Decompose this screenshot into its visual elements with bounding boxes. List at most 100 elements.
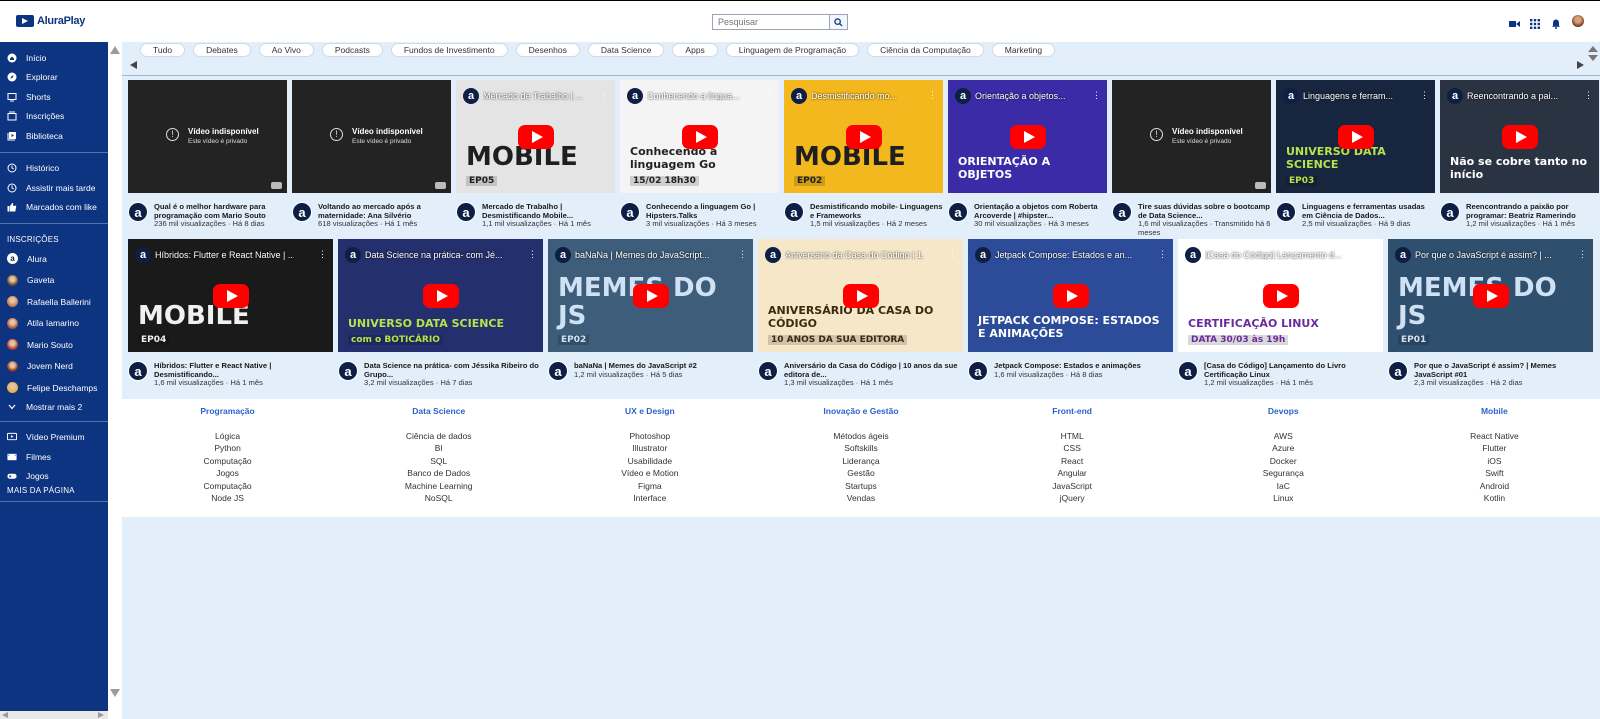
footer-link[interactable]: Machine Learning [333,480,544,492]
sidebar-item-inicio[interactable]: Início [0,48,108,68]
channel-avatar[interactable]: a [1178,361,1198,381]
video-title[interactable]: Orientação a objetos com Roberta Arcover… [974,202,1107,220]
play-button-icon[interactable] [842,283,879,308]
play-button-icon[interactable] [517,124,554,149]
video-card[interactable]: ORIENTAÇÃO A OBJETOS a Orientação a obje… [948,80,1107,237]
sidebar-scrollbar[interactable] [108,42,122,711]
video-card[interactable]: CERTIFICAÇÃO LINUX DATA 30/03 às 19h a [… [1178,239,1383,388]
sidebar-item-filmes[interactable]: Filmes [0,447,108,467]
video-thumbnail[interactable]: ! Vídeo indisponível Este vídeo é privad… [1112,80,1271,193]
sidebar-item-explorar[interactable]: Explorar [0,68,108,88]
footer-link[interactable]: Usabilidade [544,455,755,467]
channel-avatar[interactable]: a [456,202,476,222]
footer-link[interactable]: IaC [1178,480,1389,492]
footer-link[interactable]: Android [1389,480,1600,492]
footer-link[interactable]: Segurança [1178,467,1389,479]
sidebar-item-jogos[interactable]: Jogos [0,467,108,487]
footer-link[interactable]: Photoshop [544,430,755,442]
footer-link[interactable]: Liderança [755,455,966,467]
video-title[interactable]: Desmistificando mobile- Linguagens e Fra… [810,202,943,220]
video-thumbnail[interactable]: MEMES DO JS EP02 a baNaNa | Memes do Jav… [548,239,753,352]
sidebar-item-video-premium[interactable]: Vídeo Premium [0,428,108,448]
sidebar-subscription-mario-souto[interactable]: Mario Souto [0,334,108,356]
play-button-icon[interactable] [422,283,459,308]
video-thumbnail[interactable]: ORIENTAÇÃO A OBJETOS a Orientação a obje… [948,80,1107,193]
chip-tudo[interactable]: Tudo [140,43,186,57]
more-options-icon[interactable]: ⋮ [764,90,773,101]
more-options-icon[interactable]: ⋮ [1158,249,1167,260]
aluraplay-logo[interactable]: AluraPlay [16,15,85,27]
footer-link[interactable]: NoSQL [333,492,544,504]
video-card[interactable]: MEMES DO JS EP01 a Por que o JavaScript … [1388,239,1593,388]
footer-link[interactable]: Lógica [122,430,333,442]
play-button-icon[interactable] [632,283,669,308]
video-card[interactable]: MOBILE EP04 a Híbridos: Flutter e React … [128,239,333,388]
footer-link[interactable]: React Native [1389,430,1600,442]
play-button-icon[interactable] [1052,283,1089,308]
footer-link[interactable]: Softskills [755,442,966,454]
play-button-icon[interactable] [1262,283,1299,308]
more-page-heading[interactable]: MAIS DA PÁGINA [0,486,108,499]
video-card[interactable]: ! Vídeo indisponível Este vídeo é privad… [292,80,451,237]
channel-avatar[interactable]: a [1388,361,1408,381]
footer-link[interactable]: Banco de Dados [333,467,544,479]
footer-link[interactable]: BI [333,442,544,454]
channel-avatar[interactable]: a [292,202,312,222]
channel-avatar[interactable]: a [620,202,640,222]
footer-link[interactable]: Flutter [1389,442,1600,454]
video-title[interactable]: Mercado de Trabalho | Desmistificando Mo… [482,202,615,220]
scroll-left-arrow-icon[interactable] [2,712,8,718]
channel-avatar[interactable]: a [1276,202,1296,222]
play-button-icon[interactable] [681,124,718,149]
video-card[interactable]: ! Vídeo indisponível Este vídeo é privad… [1112,80,1271,237]
footer-link[interactable]: CSS [967,442,1178,454]
video-card[interactable]: UNIVERSO DATA SCIENCE com o BOTICÁRIO a … [338,239,543,388]
channel-avatar[interactable]: a [548,361,568,381]
footer-link[interactable]: Computação [122,455,333,467]
more-options-icon[interactable]: ⋮ [1420,90,1429,101]
sidebar-subscription-felipe-deschamps[interactable]: Felipe Deschamps [0,377,108,399]
video-title[interactable]: Tire suas dúvidas sobre o bootcamp de Da… [1138,202,1271,220]
play-button-icon[interactable] [1009,124,1046,149]
sidebar-subscription-alura[interactable]: a Alura [0,248,108,270]
search-input[interactable] [713,15,829,29]
footer-heading[interactable]: Front-end [967,406,1178,416]
sidebar-item-inscricoes[interactable]: Inscrições [0,107,108,127]
footer-link[interactable]: JavaScript [967,480,1178,492]
footer-link[interactable]: SQL [333,455,544,467]
video-card[interactable]: UNIVERSO DATA SCIENCE EP03 a Linguagens … [1276,80,1435,237]
video-card[interactable]: MOBILE EP05 a Mercado de Trabalho | ... … [456,80,615,237]
sidebar-subscription-rafaella-ballerini[interactable]: Rafaella Ballerini [0,291,108,313]
channel-avatar[interactable]: a [968,361,988,381]
video-title[interactable]: Reencontrando a paixão por programar: Be… [1466,202,1599,220]
scroll-up-arrow-icon[interactable] [110,46,120,54]
scroll-down-arrow-icon[interactable] [110,689,120,697]
search-button[interactable] [829,15,847,29]
chip-debates[interactable]: Debates [193,43,251,57]
chips-scroll-right-icon[interactable] [1577,61,1584,69]
chips-scroll-down-icon[interactable] [1588,55,1598,61]
footer-link[interactable]: Gestão [755,467,966,479]
video-thumbnail[interactable]: MOBILE EP05 a Mercado de Trabalho | ... … [456,80,615,193]
video-title[interactable]: Conhecendo a linguagem Go | Hipsters.Tal… [646,202,779,220]
footer-link[interactable]: Interface [544,492,755,504]
footer-link[interactable]: Swift [1389,467,1600,479]
footer-link[interactable]: Métodos ágeis [755,430,966,442]
footer-link[interactable]: Node JS [122,492,333,504]
channel-avatar[interactable]: a [128,361,148,381]
notifications-bell-icon[interactable] [1551,16,1561,29]
video-thumbnail[interactable]: ! Vídeo indisponível Este vídeo é privad… [292,80,451,193]
video-title[interactable]: Voltando ao mercado após a maternidade: … [318,202,451,220]
more-options-icon[interactable]: ⋮ [1584,90,1593,101]
play-button-icon[interactable] [845,124,882,149]
channel-avatar[interactable]: a [1112,202,1132,222]
footer-link[interactable]: Azure [1178,442,1389,454]
video-title[interactable]: Híbridos: Flutter e React Native | Desmi… [154,361,333,379]
footer-link[interactable]: AWS [1178,430,1389,442]
sidebar-subscription-gaveta[interactable]: Gaveta [0,270,108,292]
horizontal-scrollbar[interactable] [0,711,108,719]
add-video-icon[interactable] [1509,16,1520,27]
more-options-icon[interactable]: ⋮ [1092,90,1101,101]
video-title[interactable]: Aniversário da Casa do Código | 10 anos … [784,361,963,379]
chip-ciencia-da-computacao[interactable]: Ciência da Computação [867,43,984,57]
